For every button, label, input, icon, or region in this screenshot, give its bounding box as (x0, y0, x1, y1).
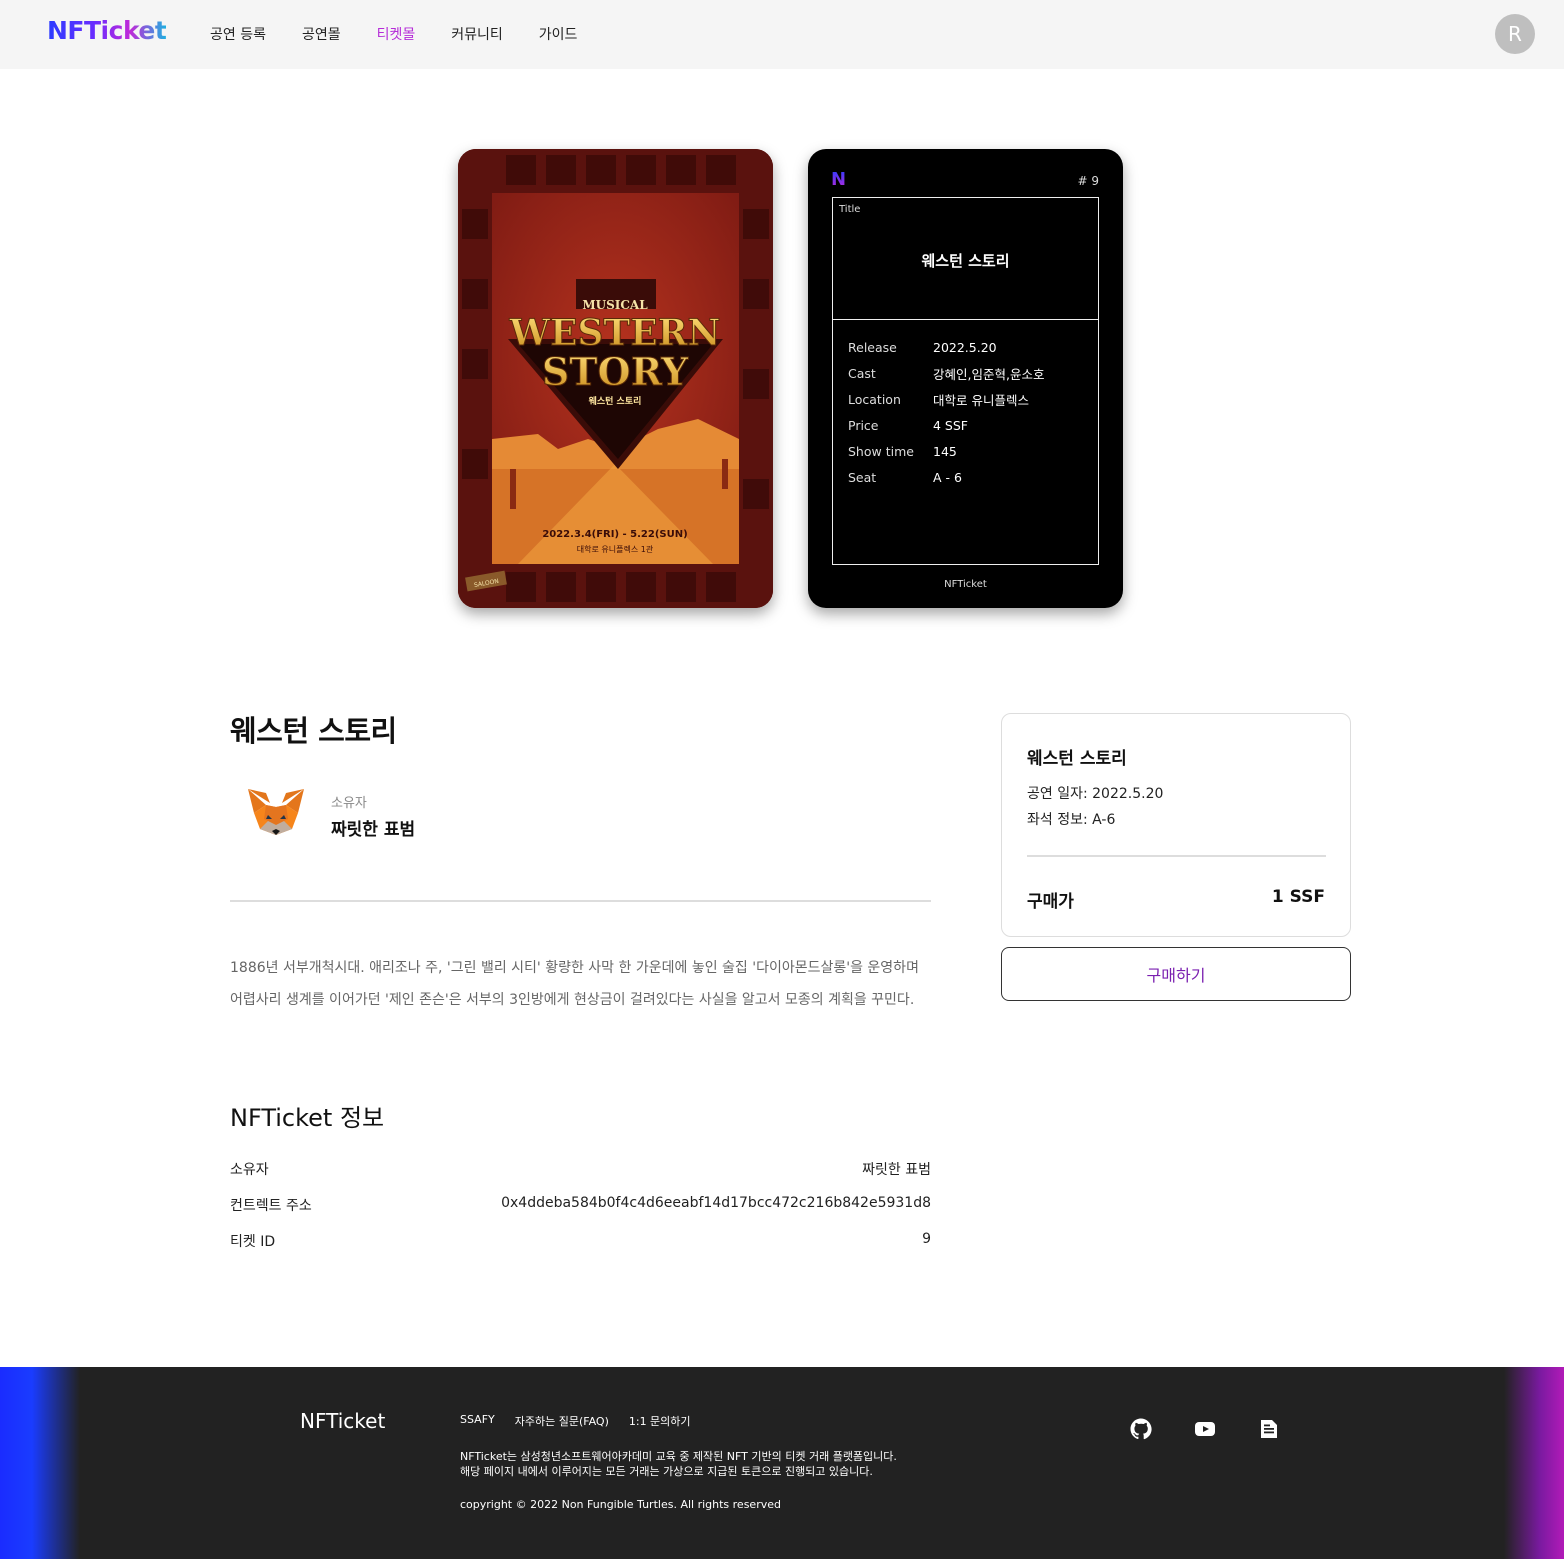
ticket-row-value: 강혜인,임준혁,윤소호 (933, 366, 1045, 382)
ticket-row-value: 145 (933, 443, 957, 459)
document-icon[interactable] (1257, 1417, 1281, 1441)
ticket-row-value: 2022.5.20 (933, 339, 997, 355)
poster-dates: 2022.3.4(FRI) - 5.22(SUN) (542, 529, 687, 540)
purchase-price-label: 구매가 (1027, 892, 1074, 912)
nav-item-register[interactable]: 공연 등록 (210, 24, 266, 44)
footer-link-ssafy[interactable]: SSAFY (460, 1413, 495, 1429)
poster-venue: 대학로 유니플렉스 1관 (577, 544, 654, 554)
info-row-contract-address: 컨트렉트 주소 0x4ddeba584b0f4c4d6eeabf14d17bcc… (230, 1195, 931, 1215)
ticket-logo: N (831, 169, 847, 190)
divider (1027, 855, 1326, 857)
info-value: 9 (922, 1231, 931, 1247)
ticket-row-key: Seat (848, 469, 877, 485)
footer-gradient-left (0, 1367, 80, 1559)
ticket-title-label: Title (839, 204, 861, 215)
info-key: 소유자 (230, 1162, 269, 1178)
logo[interactable]: NFTicket (47, 16, 167, 45)
ticket-divider (833, 319, 1098, 320)
footer-link-faq[interactable]: 자주하는 질문(FAQ) (515, 1413, 609, 1429)
ticket-row-seat: Seat A - 6 (848, 464, 1044, 490)
info-key: 컨트렉트 주소 (230, 1198, 312, 1214)
ticket-details: Release 2022.5.20 Cast 강혜인,임준혁,윤소호 Locatio… (848, 334, 1044, 490)
footer: NFTicket SSAFY 자주하는 질문(FAQ) 1:1 문의하기 NFT… (0, 1367, 1564, 1559)
footer-description: NFTicket는 삼성청년소프트웨어아카데미 교육 중 제작된 NFT 기반의… (460, 1450, 897, 1463)
main-nav: 공연 등록 공연몰 티켓몰 커뮤니티 가이드 (210, 24, 613, 44)
nav-item-community[interactable]: 커뮤니티 (451, 24, 503, 44)
nav-item-shows[interactable]: 공연몰 (302, 24, 341, 44)
footer-links: SSAFY 자주하는 질문(FAQ) 1:1 문의하기 (460, 1413, 711, 1429)
poster-korean-title: 웨스턴 스토리 (589, 395, 642, 407)
user-avatar[interactable]: R (1495, 14, 1535, 54)
youtube-icon[interactable] (1193, 1417, 1217, 1441)
ticket-row-cast: Cast 강혜인,임준혁,윤소호 (848, 360, 1044, 386)
footer-description: 해당 페이지 내에서 이루어지는 모든 거래는 가상으로 지급된 토큰으로 진행… (460, 1465, 873, 1478)
top-navbar: NFTicket 공연 등록 공연몰 티켓몰 커뮤니티 가이드 R (0, 0, 1564, 69)
ticket-row-value: 대학로 유니플렉스 (933, 392, 1029, 408)
purchase-seat-info: 좌석 정보: A-6 (1027, 812, 1116, 828)
ticket-row-key: Location (848, 391, 901, 407)
ticket-row-value: A - 6 (933, 469, 962, 485)
github-icon[interactable] (1129, 1417, 1153, 1441)
ticket-row-release: Release 2022.5.20 (848, 334, 1044, 360)
nav-item-guide[interactable]: 가이드 (539, 24, 578, 44)
purchase-show-date: 공연 일자: 2022.5.20 (1027, 786, 1164, 802)
ticket-row-value: 4 SSF (933, 417, 968, 433)
nft-info-heading: NFTicket 정보 (230, 1104, 385, 1132)
ticket-row-key: Price (848, 417, 879, 433)
ticket-row-key: Cast (848, 365, 876, 381)
footer-logo[interactable]: NFTicket (300, 1409, 385, 1433)
info-row-owner: 소유자 짜릿한 표범 (230, 1159, 931, 1179)
nft-ticket-card: N # 9 Title 웨스턴 스토리 Release 2022.5.20 Cas… (808, 149, 1123, 608)
info-row-ticket-id: 티켓 ID 9 (230, 1231, 931, 1251)
footer-gradient-right (1504, 1367, 1564, 1559)
poster-title-line1: WESTERN (509, 312, 721, 354)
metamask-fox-icon (244, 785, 308, 843)
divider (230, 900, 931, 902)
ticket-number: # 9 (1077, 174, 1099, 188)
ticket-row-key: Release (848, 339, 897, 355)
info-value: 짜릿한 표범 (862, 1162, 931, 1178)
buy-button[interactable]: 구매하기 (1001, 947, 1351, 1001)
footer-link-contact[interactable]: 1:1 문의하기 (629, 1413, 691, 1429)
page-title: 웨스턴 스토리 (230, 714, 397, 748)
footer-copyright: copyright © 2022 Non Fungible Turtles. A… (460, 1498, 781, 1511)
info-key: 티켓 ID (230, 1234, 276, 1250)
purchase-summary-card: 웨스턴 스토리 공연 일자: 2022.5.20 좌석 정보: A-6 구매가 … (1001, 713, 1351, 937)
ticket-title: 웨스턴 스토리 (921, 252, 1010, 270)
ticket-row-price: Price 4 SSF (848, 412, 1044, 438)
show-description: 1886년 서부개척시대. 애리조나 주, '그린 밸리 시티' 황량한 사막 … (230, 960, 919, 1008)
ticket-footer-brand: NFTicket (944, 579, 987, 590)
poster-musical-label: MUSICAL (582, 298, 648, 312)
purchase-title: 웨스턴 스토리 (1027, 749, 1127, 769)
ticket-row-key: Show time (848, 443, 914, 459)
owner-label: 소유자 (331, 796, 367, 811)
purchase-price: 1 SSF (1271, 887, 1325, 907)
ticket-row-showtime: Show time 145 (848, 438, 1044, 464)
show-poster: MUSICAL WESTERN STORY 웨스턴 스토리 2022.3.4(F… (458, 149, 773, 608)
nav-item-ticket-mall[interactable]: 티켓몰 (377, 24, 416, 44)
poster-title-line2: STORY (542, 349, 689, 394)
ticket-row-location: Location 대학로 유니플렉스 (848, 386, 1044, 412)
info-value[interactable]: 0x4ddeba584b0f4c4d6eeabf14d17bcc472c216b… (501, 1195, 931, 1215)
ticket-info-box: Title 웨스턴 스토리 Release 2022.5.20 Cast 강혜인,임… (832, 197, 1099, 565)
owner-name[interactable]: 짜릿한 표범 (331, 815, 415, 840)
